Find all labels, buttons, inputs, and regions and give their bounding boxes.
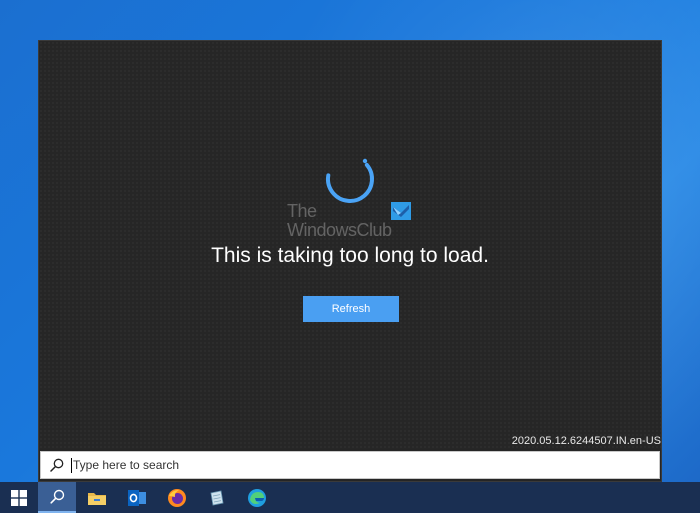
search-results-panel: The WindowsClub This is taking too long … <box>39 41 661 449</box>
edge-button[interactable] <box>238 482 276 513</box>
taskbar-search-button[interactable] <box>38 482 76 513</box>
taskbar <box>0 482 700 513</box>
error-message: This is taking too long to load. <box>211 244 489 267</box>
search-window: The WindowsClub This is taking too long … <box>38 40 662 482</box>
file-explorer-button[interactable] <box>78 482 116 513</box>
watermark-text-line2: WindowsClub <box>287 220 392 240</box>
loading-spinner-icon <box>326 155 374 203</box>
watermark-text-line1: The <box>287 201 317 221</box>
search-icon <box>50 458 64 472</box>
watermark-logo-icon <box>391 202 411 220</box>
version-label: 2020.05.12.6244507.IN.en-US <box>511 435 661 447</box>
search-box[interactable] <box>40 451 660 479</box>
firefox-icon <box>168 488 186 507</box>
edge-icon <box>248 488 266 507</box>
outlook-icon <box>128 489 146 506</box>
windows-logo-icon <box>11 489 27 506</box>
firefox-button[interactable] <box>158 482 196 513</box>
outlook-button[interactable] <box>118 482 156 513</box>
folder-icon <box>88 492 106 505</box>
search-input[interactable] <box>73 456 633 474</box>
watermark: The WindowsClub <box>287 201 417 243</box>
search-icon <box>49 489 64 504</box>
notepad-icon <box>210 490 224 505</box>
start-button[interactable] <box>0 482 38 513</box>
text-caret <box>71 458 72 473</box>
desktop: The WindowsClub This is taking too long … <box>0 0 700 513</box>
notepad-button[interactable] <box>198 482 236 513</box>
refresh-button[interactable]: Refresh <box>303 296 399 322</box>
